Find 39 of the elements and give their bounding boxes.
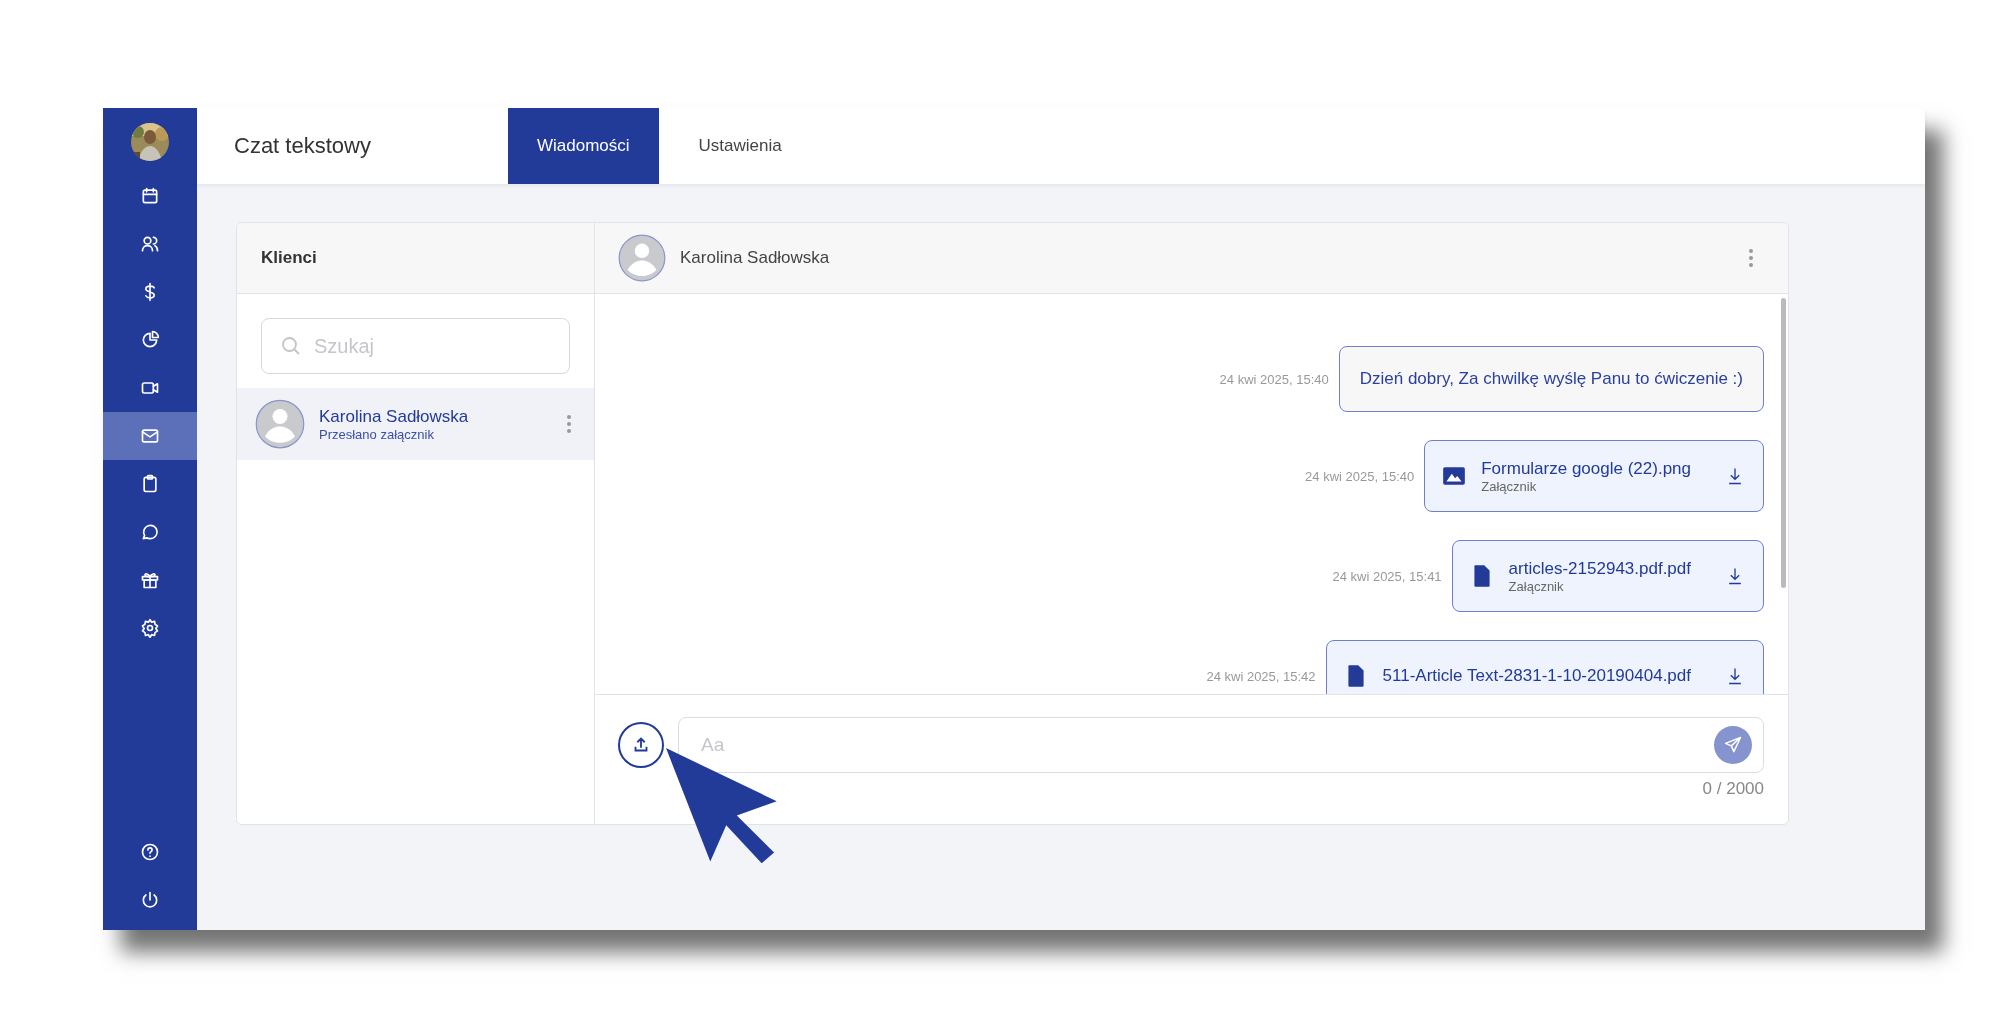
tab[interactable]: Ustawienia (658, 108, 822, 184)
more-icon[interactable] (1748, 248, 1754, 268)
message-input[interactable]: Aa (678, 717, 1764, 773)
avatar-icon (618, 234, 666, 282)
client-preview: Przesłano załącznik (319, 426, 435, 442)
upload-button[interactable] (618, 722, 664, 768)
avatar-icon (255, 399, 305, 449)
message-time: 24 kwi 2025, 15:40 (1305, 468, 1415, 484)
contact-name: Karolina Sadłowska (680, 248, 831, 268)
message-text: Dzień dobry, Za chwilkę wyślę Panu to ćwiczenie :) (1359, 369, 1743, 388)
send-icon (1723, 735, 1743, 755)
attachment-label: Załącznik (1508, 578, 1565, 594)
users-icon (140, 234, 160, 254)
calendar-icon (140, 186, 160, 206)
clipboard-icon (140, 474, 160, 494)
message-time: 24 kwi 2025, 15:42 (1206, 668, 1316, 684)
tab[interactable]: Wiadomości (508, 108, 659, 184)
character-counter: 0 / 2000 (1702, 779, 1764, 799)
file-name: articles-2152943.pdf.pdf (1508, 558, 1691, 579)
chat-bubble-icon (140, 522, 160, 542)
file-name: 511-Article Text-2831-1-10-20190404.pdf (1382, 666, 1691, 686)
nav-item[interactable] (103, 412, 197, 460)
message-time: 24 kwi 2025, 15:40 (1219, 371, 1329, 387)
search-field[interactable]: Szukaj (261, 318, 570, 374)
client-name: Karolina Sadłowska (319, 406, 470, 427)
pie-chart-icon (140, 330, 160, 350)
gift-icon (140, 570, 160, 590)
file-name: Formularze google (22).png (1481, 458, 1691, 479)
help-icon (140, 842, 160, 862)
mail-icon (140, 426, 160, 446)
page-title: Czat tekstowy (234, 133, 372, 159)
attachment-label: Załącznik (1481, 478, 1538, 494)
power-icon (140, 890, 160, 910)
panel-title: Klienci (261, 248, 317, 268)
more-icon[interactable] (566, 414, 572, 434)
scrollbar[interactable] (1781, 298, 1786, 588)
settings-icon (140, 618, 160, 638)
message-time: 24 kwi 2025, 15:41 (1332, 568, 1442, 584)
client-item[interactable]: Karolina Sadłowska Przesłano załącznik (237, 388, 594, 460)
